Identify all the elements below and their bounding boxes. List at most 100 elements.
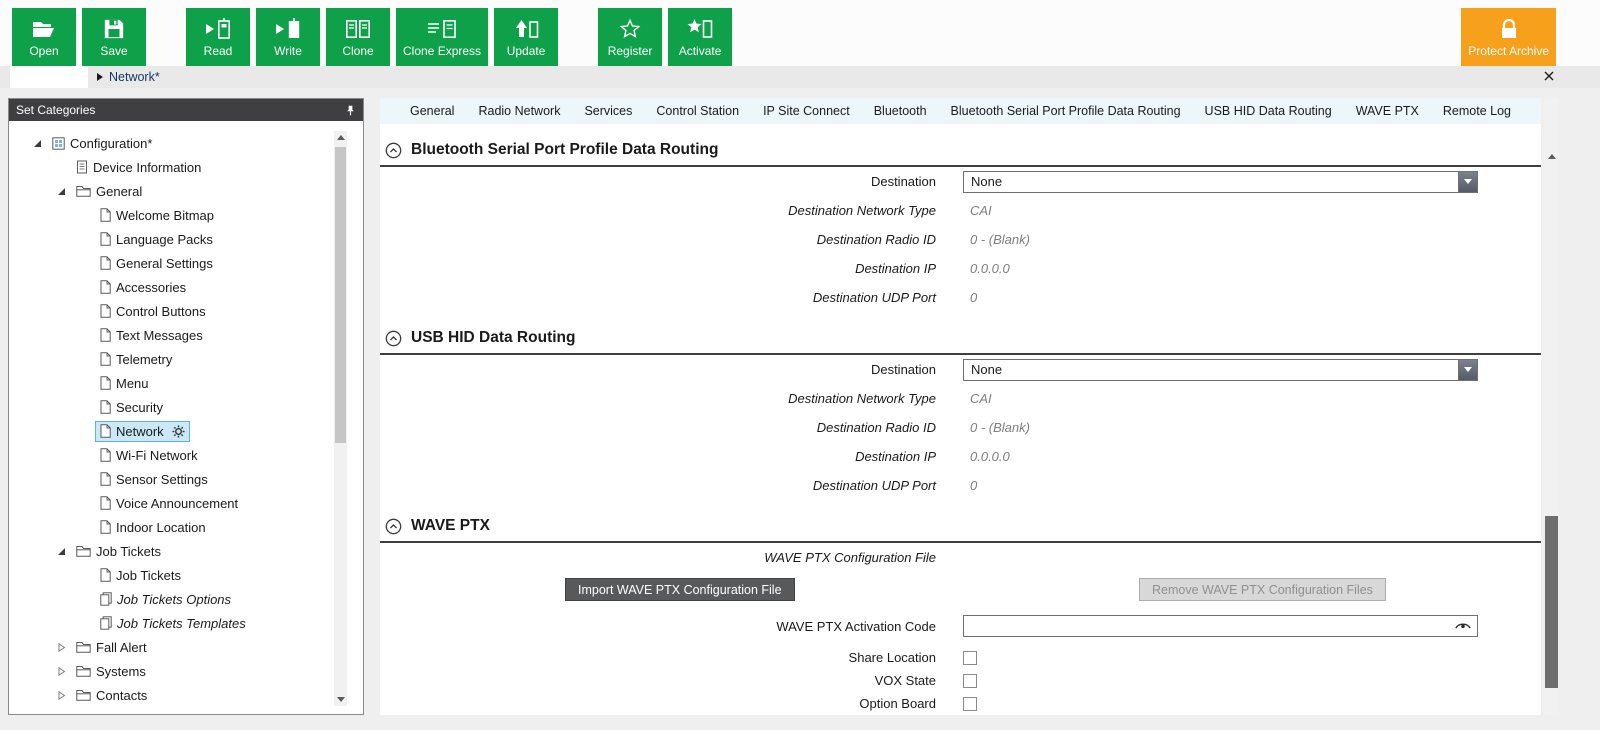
destination-network-type-value: CAI [970,203,992,218]
expander-icon[interactable] [53,643,69,652]
tree-item-job-tickets-templates[interactable]: Job Tickets Templates [9,611,363,635]
scroll-up-icon[interactable] [334,131,347,144]
folder-icon [76,641,91,653]
content-scrollbar[interactable] [1544,98,1559,715]
section-header: Bluetooth Serial Port Profile Data Routi… [380,138,1541,162]
doc-icon [100,448,111,462]
form-row: Destination Network TypeCAI [380,196,1541,225]
tree-item-text-messages[interactable]: Text Messages [9,323,363,347]
tree-item-job-tickets[interactable]: Job Tickets [9,563,363,587]
tree-item-wi-fi-network[interactable]: Wi-Fi Network [9,443,363,467]
tab-arrow-icon[interactable] [97,73,103,81]
tree-item-contacts[interactable]: Contacts [9,683,363,703]
tree-item-job-tickets[interactable]: Job Tickets [9,539,363,563]
content-nav-remote-log[interactable]: Remote Log [1443,104,1511,118]
tree-item-accessories[interactable]: Accessories [9,275,363,299]
tree-item-control-buttons[interactable]: Control Buttons [9,299,363,323]
tree-item-network[interactable]: Network [9,419,363,443]
destination-network-type-value: CAI [970,391,992,406]
expander-icon[interactable] [53,667,69,676]
tree-item-general-settings[interactable]: General Settings [9,251,363,275]
scroll-thumb[interactable] [335,147,346,443]
reveal-password-icon[interactable] [1455,621,1471,630]
option-board-checkbox[interactable] [963,697,977,711]
remove-wave-ptx-configuration-files-button[interactable]: Remove WAVE PTX Configuration Files [1139,578,1386,601]
register-button[interactable]: Register [598,8,662,66]
close-icon[interactable] [1544,71,1554,81]
tree-item-language-packs[interactable]: Language Packs [9,227,363,251]
tree-item-general[interactable]: General [9,179,363,203]
content-nav-radio-network[interactable]: Radio Network [478,104,560,118]
activate-button[interactable]: Activate [668,8,732,66]
tree-item-indoor-location[interactable]: Indoor Location [9,515,363,539]
tree-item-security[interactable]: Security [9,395,363,419]
usb-destination-label: Destination [380,362,936,377]
tree-item-systems[interactable]: Systems [9,659,363,683]
bt-destination-select[interactable]: None [963,171,1478,193]
doc-icon [100,232,111,246]
usb-destination-value: None [964,360,1458,380]
tree-item-job-tickets-options[interactable]: Job Tickets Options [9,587,363,611]
expander-icon[interactable] [53,547,69,556]
wave-activation-code-label: WAVE PTX Activation Code [380,619,936,634]
collapse-icon[interactable] [385,518,402,535]
tree-item-fall-alert[interactable]: Fall Alert [9,635,363,659]
clone-button[interactable]: Clone [326,8,390,66]
update-button[interactable]: Update [494,8,558,66]
write-button[interactable]: Write [256,8,320,66]
expander-icon[interactable] [53,691,69,700]
tree-item-telemetry[interactable]: Telemetry [9,347,363,371]
expander-icon[interactable] [29,139,45,148]
content-nav-ip-site-connect[interactable]: IP Site Connect [763,104,850,118]
scroll-down-icon[interactable] [334,693,347,706]
folder-icon [76,665,91,677]
collapse-icon[interactable] [385,330,402,347]
doc-icon [100,496,111,510]
clone-express-button[interactable]: Clone Express [396,8,488,66]
open-button[interactable]: Open [12,8,76,66]
tree-item-welcome-bitmap[interactable]: Welcome Bitmap [9,203,363,227]
content-nav-bluetooth[interactable]: Bluetooth [874,104,927,118]
destination-radio-id-value: 0 - (Blank) [970,420,1030,435]
active-document-tab[interactable]: Network* [109,70,160,84]
doc-icon [100,400,111,414]
content-nav-services[interactable]: Services [584,104,632,118]
import-wave-ptx-configuration-file-button[interactable]: Import WAVE PTX Configuration File [565,578,795,601]
wave-ptx-activation-code-input[interactable] [963,615,1478,637]
content-nav-bluetooth-serial-port-profile-data-routing[interactable]: Bluetooth Serial Port Profile Data Routi… [951,104,1181,118]
tree-item-menu[interactable]: Menu [9,371,363,395]
scroll-thumb[interactable] [1545,516,1558,688]
chevron-down-icon[interactable] [1458,360,1477,380]
bt-destination-value: None [964,172,1458,192]
destination-ip-label: Destination IP [380,261,936,276]
usb-destination-select[interactable]: None [963,359,1478,381]
tree-item-configuration[interactable]: Configuration* [9,131,363,155]
content-nav-control-station[interactable]: Control Station [656,104,739,118]
protect-archive-button[interactable]: Protect Archive [1461,8,1556,66]
vox-state-checkbox[interactable] [963,674,977,688]
read-button[interactable]: Read [186,8,250,66]
folder-icon [76,185,91,197]
content-nav-general[interactable]: General [410,104,454,118]
update-icon [513,17,539,41]
open-icon [31,17,57,41]
destination-network-type-label: Destination Network Type [380,391,936,406]
pin-icon[interactable] [345,105,356,116]
tree-item-sensor-settings[interactable]: Sensor Settings [9,467,363,491]
sidebar-scrollbar[interactable] [334,131,347,706]
content-nav-wave-ptx[interactable]: WAVE PTX [1356,104,1419,118]
tree-item-device-information[interactable]: Device Information [9,155,363,179]
content-nav-usb-hid-data-routing[interactable]: USB HID Data Routing [1205,104,1332,118]
scroll-up-icon[interactable] [1544,150,1559,163]
tree-item-voice-announcement[interactable]: Voice Announcement [9,491,363,515]
destination-ip-value: 0.0.0.0 [970,449,1010,464]
share-location-checkbox[interactable] [963,651,977,665]
chevron-down-icon[interactable] [1458,172,1477,192]
save-button[interactable]: Save [82,8,146,66]
collapse-icon[interactable] [385,142,402,159]
section-title: WAVE PTX [411,517,490,535]
form-row: Destination IP0.0.0.0 [380,254,1541,283]
category-tree: Configuration*Device InformationGeneralW… [9,121,363,703]
form-row: Destination None [380,167,1541,196]
expander-icon[interactable] [53,187,69,196]
